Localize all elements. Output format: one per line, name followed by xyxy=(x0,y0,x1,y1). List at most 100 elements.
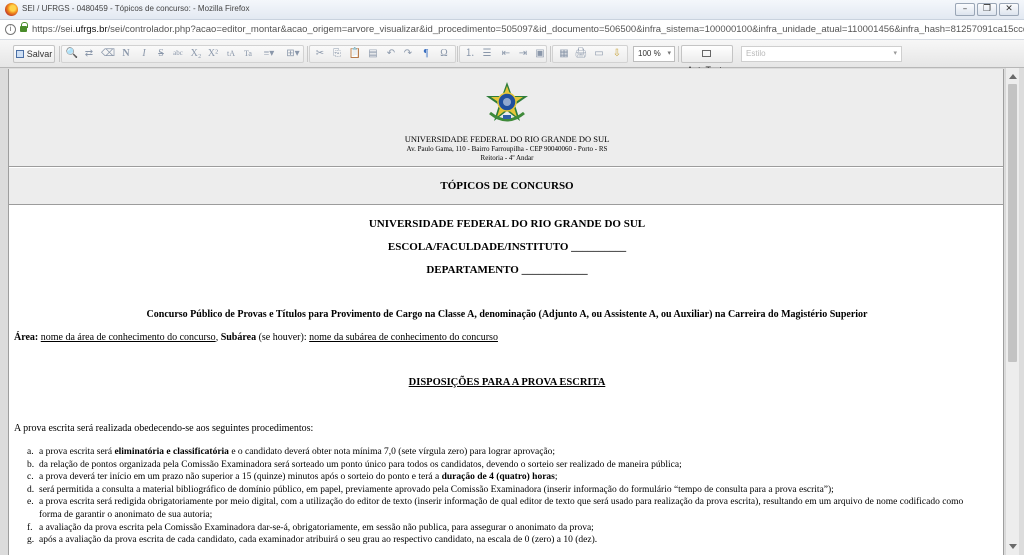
list-item: e. a prova escrita será redigida obrigato… xyxy=(27,496,987,521)
copy-icon[interactable]: ⎘ xyxy=(330,46,344,61)
firefox-icon xyxy=(5,3,18,16)
list-item-marker: d. xyxy=(27,484,35,495)
bullet-list-icon[interactable]: ☰ xyxy=(480,46,494,61)
university-line: UNIVERSIDADE FEDERAL DO RIO GRANDE DO SU… xyxy=(368,218,646,230)
list-item-text-end: e o candidato deverá obter nota mínima 7… xyxy=(228,447,556,457)
subarea-value: nome da subárea de conhecimento do concu… xyxy=(309,332,498,343)
scroll-thumb[interactable] xyxy=(1008,84,1017,362)
list-item-marker: e. xyxy=(27,497,34,508)
list-item-bold: duração de 4 (quatro) horas xyxy=(441,472,555,483)
window-titlebar: SEI / UFRGS - 0480459 - Tópicos de concu… xyxy=(0,0,1024,20)
cut-icon[interactable]: ✂ xyxy=(313,46,327,61)
keyboard-icon xyxy=(701,50,711,57)
document-page[interactable]: UNIVERSIDADE FEDERAL DO RIO GRANDE DO SU… xyxy=(8,69,1004,555)
close-button[interactable]: ✕ xyxy=(999,3,1019,16)
uppercase-icon[interactable]: tA xyxy=(224,46,238,61)
list-item-marker: g. xyxy=(27,535,35,546)
section-title: DISPOSIÇÕES PARA A PROVA ESCRITA xyxy=(408,377,606,388)
undo-icon[interactable]: ↶ xyxy=(384,46,398,61)
toolbar-separator xyxy=(59,46,60,62)
superscript-icon[interactable]: X² xyxy=(206,46,220,61)
table-icon[interactable]: ▦ xyxy=(557,46,571,61)
omega-icon[interactable]: Ω xyxy=(437,46,451,61)
area-label: Área: xyxy=(14,332,39,343)
paragraph-icon[interactable]: ¶ xyxy=(419,46,433,61)
maximize-button[interactable]: ❐ xyxy=(977,3,997,16)
list-item-text: da relação de pontos organizada pela Com… xyxy=(39,459,682,470)
list-item-text: a prova escrita será redigida obrigatori… xyxy=(39,497,964,520)
redo-icon[interactable]: ↷ xyxy=(401,46,415,61)
list-item-marker: b. xyxy=(27,459,35,470)
procedure-list: a. a prova escrita será eliminatória e cl… xyxy=(27,446,987,547)
toolbar-separator xyxy=(307,46,308,62)
subscript-icon[interactable]: X₂ xyxy=(189,46,203,61)
save-button[interactable]: Salvar xyxy=(13,45,55,63)
list-item-text: a prova deverá ter início em um prazo nã… xyxy=(39,472,442,483)
strike-alt-icon[interactable]: abc xyxy=(171,46,185,61)
format-dropdown-icon[interactable]: ≡▾ xyxy=(259,46,279,61)
header-address: Av. Paulo Gama, 110 - Bairro Farroupilha… xyxy=(406,145,608,153)
paste-icon[interactable]: 📋 xyxy=(348,46,362,61)
list-item-text: a prova escrita será xyxy=(39,447,115,457)
list-item: a. a prova escrita será eliminatória e cl… xyxy=(27,446,987,459)
list-item-marker: f. xyxy=(27,522,33,533)
url-rest: /sei/controlador.php?acao=editor_montar&… xyxy=(107,24,1024,35)
strike-icon[interactable]: S xyxy=(154,46,168,61)
document-header: UNIVERSIDADE FEDERAL DO RIO GRANDE DO SU… xyxy=(9,69,1003,167)
subarea-paren: (se houver): xyxy=(258,332,307,343)
editor-toolbar: Salvar 🔍 ⇄ ⌫ N I S abc X₂ X² tA Ta ≡▾ ⊞▾… xyxy=(0,40,1024,75)
table-dropdown-icon[interactable]: ⊞▾ xyxy=(283,46,303,61)
list-item-marker: c. xyxy=(27,472,34,483)
school-line: ESCOLA/FACULDADE/INSTITUTO __________ xyxy=(387,241,627,253)
scroll-up-icon[interactable] xyxy=(1009,74,1017,79)
scroll-down-icon[interactable] xyxy=(1009,544,1017,549)
url-prefix: https://sei. xyxy=(32,24,76,35)
header-address-2: Reitoria - 4º Andar xyxy=(480,154,534,162)
italic-icon[interactable]: I xyxy=(137,46,151,61)
url-text[interactable]: https://sei.ufrgs.br/sei/controlador.php… xyxy=(32,24,1024,35)
toolbar-separator xyxy=(678,46,679,62)
style-select[interactable]: Estilo xyxy=(741,46,902,62)
image-icon[interactable]: ▣ xyxy=(533,46,547,61)
numbered-list-icon[interactable]: ⒈ xyxy=(463,46,477,61)
concurso-line: Concurso Público de Provas e Títulos par… xyxy=(146,309,868,320)
bold-icon[interactable]: N xyxy=(119,46,133,61)
spellcheck-icon[interactable]: ▭ xyxy=(592,46,606,61)
list-item: f. a avaliação da prova escrita pela Comi… xyxy=(27,522,987,535)
autotext-button[interactable]: AutoTexto xyxy=(681,45,733,75)
area-line: Área: nome da área de conhecimento do co… xyxy=(14,332,498,343)
url-domain: ufrgs.br xyxy=(75,24,108,35)
brazil-coat-of-arms-icon xyxy=(486,82,528,122)
list-item-marker: a. xyxy=(27,447,34,457)
area-sep: , xyxy=(215,332,219,343)
info-icon[interactable]: i xyxy=(5,24,16,35)
remove-format-icon[interactable]: ⌫ xyxy=(101,46,115,61)
lowercase-icon[interactable]: Ta xyxy=(241,46,255,61)
list-item: b. da relação de pontos organizada pela C… xyxy=(27,459,987,472)
window-title: SEI / UFRGS - 0480459 - Tópicos de concu… xyxy=(22,4,250,13)
list-item-text: a avaliação da prova escrita pela Comiss… xyxy=(39,522,594,533)
indent-icon[interactable]: ⇥ xyxy=(516,46,530,61)
autotext-icon[interactable]: ⇩ xyxy=(610,46,624,61)
replace-icon[interactable]: ⇄ xyxy=(82,46,96,61)
department-line: DEPARTAMENTO ____________ xyxy=(426,264,588,276)
lock-icon[interactable] xyxy=(20,22,28,32)
find-icon[interactable]: 🔍 xyxy=(65,46,79,61)
topic-box: TÓPICOS DE CONCURSO xyxy=(9,168,1003,205)
area-value: nome da área de conhecimento do concurso xyxy=(40,332,216,343)
paste-text-icon[interactable]: ▤ xyxy=(366,46,380,61)
link-icon[interactable]: 🖨 xyxy=(574,46,588,61)
outdent-icon[interactable]: ⇤ xyxy=(499,46,513,61)
list-item-text-end: ; xyxy=(554,472,558,483)
minimize-button[interactable]: – xyxy=(955,3,975,16)
editor-frame: UNIVERSIDADE FEDERAL DO RIO GRANDE DO SU… xyxy=(0,68,1024,555)
vertical-scrollbar[interactable] xyxy=(1005,68,1019,555)
list-item: c. a prova deverá ter início em um prazo … xyxy=(27,471,987,484)
zoom-select[interactable]: 100 % xyxy=(633,46,675,62)
toolbar-separator xyxy=(457,46,458,62)
address-bar[interactable]: i https://sei.ufrgs.br/sei/controlador.p… xyxy=(0,20,1024,40)
toolbar-separator xyxy=(550,46,551,62)
list-item: d. será permitida a consulta a material b… xyxy=(27,484,987,497)
header-university: UNIVERSIDADE FEDERAL DO RIO GRANDE DO SU… xyxy=(404,134,610,144)
list-item: g. após a avaliação da prova escrita de c… xyxy=(27,534,987,547)
